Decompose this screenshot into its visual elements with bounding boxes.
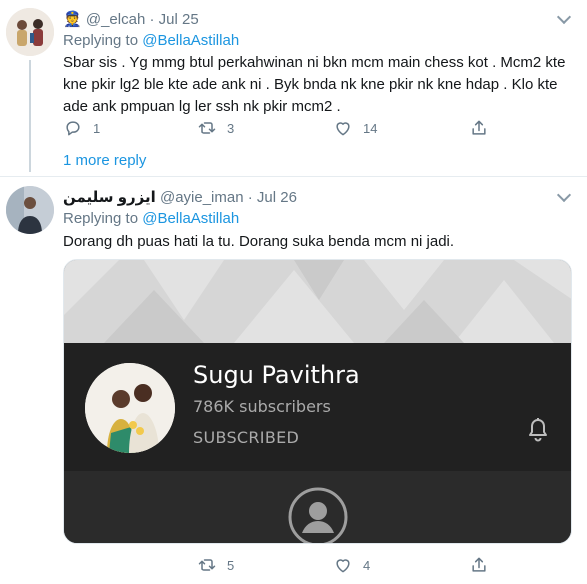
channel-name[interactable]: Sugu Pavithra [193, 361, 360, 389]
chevron-down-icon[interactable] [556, 9, 572, 25]
replying-handle-link[interactable]: @BellaAstillah [142, 32, 239, 49]
tweet-date[interactable]: Jul 25 [159, 11, 199, 28]
subscriber-count: 786K subscribers [193, 397, 331, 416]
retweet-icon [198, 122, 216, 134]
like-count: 4 [363, 557, 371, 573]
channel-avatar[interactable] [85, 363, 175, 453]
heart-icon [336, 122, 350, 136]
chevron-down-icon[interactable] [556, 187, 572, 203]
more-replies-link[interactable]: 1 more reply [63, 152, 146, 169]
user-handle[interactable]: @ayie_iman [160, 189, 244, 206]
share-icon [472, 120, 486, 135]
retweet-button[interactable]: 5 [197, 555, 234, 575]
tweet-text: Dorang dh puas hati la tu. Dorang suka b… [63, 233, 455, 250]
like-button[interactable]: 4 [333, 555, 370, 575]
separator-dot: · [149, 11, 155, 28]
reply-icon [66, 121, 80, 136]
retweet-count: 3 [227, 120, 235, 136]
retweet-count: 5 [227, 557, 235, 573]
tweet-date[interactable]: Jul 26 [257, 189, 297, 206]
divider [0, 176, 587, 177]
display-name-emoji[interactable]: 👮 [63, 11, 82, 28]
replying-to: Replying to @BellaAstillah [63, 210, 239, 227]
reply-button[interactable]: 1 [63, 118, 100, 138]
tweet-text-line: ade ank pmpuan lg ler ssh nk pkir mcm2 . [63, 98, 341, 115]
share-button[interactable] [469, 555, 489, 575]
heart-icon [336, 559, 350, 573]
avatar[interactable] [6, 8, 54, 56]
replying-label: Replying to [63, 210, 139, 227]
retweet-icon [198, 559, 216, 571]
channel-banner [64, 260, 571, 343]
user-circle-icon [288, 487, 348, 543]
avatar[interactable] [6, 186, 54, 234]
replying-handle-link[interactable]: @BellaAstillah [142, 210, 239, 227]
bell-icon[interactable] [526, 417, 550, 443]
like-button[interactable]: 14 [333, 118, 377, 138]
tweet-elcah[interactable]: 👮 @_elcah · Jul 25 Replying to @BellaAst… [0, 0, 587, 180]
replying-label: Replying to [63, 32, 139, 49]
tweet-text: Sbar sis . Yg mmg btul perkahwinan ni bk… [63, 52, 565, 118]
retweet-button[interactable]: 3 [197, 118, 234, 138]
display-name[interactable]: ايزرو سليمن [63, 189, 156, 206]
tweet-text-line: kne pkir lg2 ble kte ade ank ni . Byk bn… [63, 76, 558, 93]
separator-dot: · [247, 189, 253, 206]
subscribed-status[interactable]: SUBSCRIBED [193, 428, 299, 447]
tweet-text-line: Sbar sis . Yg mmg btul perkahwinan ni bk… [63, 54, 566, 71]
tweet-header: ايزرو سليمن @ayie_iman · Jul 26 [63, 188, 297, 206]
thread-line [29, 60, 31, 172]
reply-count: 1 [93, 120, 101, 136]
like-count: 14 [363, 120, 378, 136]
replying-to: Replying to @BellaAstillah [63, 32, 239, 49]
share-button[interactable] [469, 118, 489, 138]
share-icon [472, 557, 486, 572]
tweet-header: 👮 @_elcah · Jul 25 [63, 10, 199, 28]
user-handle[interactable]: @_elcah [86, 11, 145, 28]
youtube-channel-card[interactable]: Sugu Pavithra 786K subscribers SUBSCRIBE… [63, 259, 572, 544]
